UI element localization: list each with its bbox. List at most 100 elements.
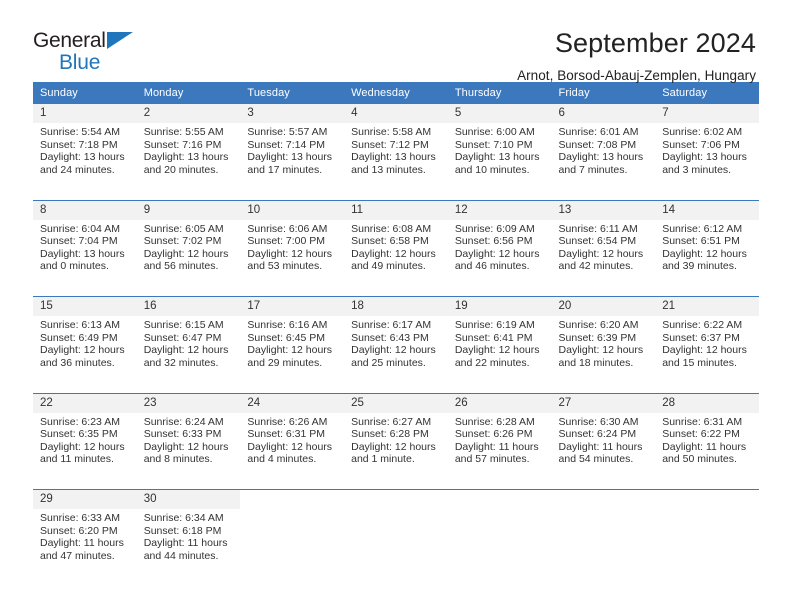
daylight-text-line1: Daylight: 12 hours: [143, 247, 229, 260]
day-sun-info: Sunrise: 6:24 AM Sunset: 6:33 PM Daylight:…: [137, 413, 241, 466]
day-cell-inner: [344, 490, 448, 580]
day-cell-inner: [240, 490, 344, 580]
calendar-week-row: 8 Sunrise: 6:04 AM Sunset: 7:04 PM Daylight…: [33, 199, 759, 291]
sunrise-text: Sunrise: 6:26 AM: [247, 415, 328, 428]
calendar-day-cell[interactable]: 27 Sunrise: 6:30 AM Sunset: 6:24 PM Dayligh…: [551, 392, 656, 484]
brand-logo[interactable]: General Blue: [33, 26, 163, 73]
calendar-day-cell[interactable]: 24 Sunrise: 6:26 AM Sunset: 6:31 PM Dayligh…: [240, 392, 345, 484]
sunrise-text: Sunrise: 6:28 AM: [454, 415, 535, 428]
calendar-day-cell[interactable]: 10 Sunrise: 6:06 AM Sunset: 7:00 PM Dayligh…: [240, 199, 345, 291]
calendar-day-cell[interactable]: 15 Sunrise: 6:13 AM Sunset: 6:49 PM Dayligh…: [33, 296, 137, 387]
calendar-day-cell[interactable]: 30 Sunrise: 6:34 AM Sunset: 6:18 PM Dayligh…: [136, 489, 241, 580]
day-number: 2: [136, 104, 241, 123]
brand-name-general: General: [33, 29, 106, 52]
daylight-text-line2: and 11 minutes.: [40, 453, 114, 466]
sunrise-text: Sunrise: 6:15 AM: [143, 319, 224, 331]
day-number: 4: [344, 104, 448, 123]
calendar-day-cell[interactable]: 29 Sunrise: 6:33 AM Sunset: 6:20 PM Dayligh…: [33, 489, 137, 580]
calendar-day-cell[interactable]: 11 Sunrise: 6:08 AM Sunset: 6:58 PM Dayligh…: [344, 199, 448, 291]
calendar-day-cell[interactable]: 20 Sunrise: 6:20 AM Sunset: 6:39 PM Dayligh…: [551, 296, 656, 387]
calendar-day-cell[interactable]: 1 Sunrise: 5:54 AM Sunset: 7:18 PM Daylight…: [33, 104, 137, 194]
sunset-text: Sunset: 6:28 PM: [351, 428, 429, 441]
sunset-text: Sunset: 6:43 PM: [351, 331, 429, 344]
sunrise-text: Sunrise: 6:06 AM: [247, 222, 328, 235]
day-cell-inner: 29 Sunrise: 6:33 AM Sunset: 6:20 PM Dayligh…: [33, 490, 137, 580]
day-cell-inner: 8 Sunrise: 6:04 AM Sunset: 7:04 PM Daylight…: [33, 200, 137, 291]
sunset-text: Sunset: 6:49 PM: [40, 331, 118, 344]
calendar-day-cell[interactable]: 25 Sunrise: 6:27 AM Sunset: 6:28 PM Dayligh…: [344, 392, 448, 484]
calendar-day-cell[interactable]: 28 Sunrise: 6:31 AM Sunset: 6:22 PM Dayligh…: [655, 392, 759, 484]
daylight-text-line1: Daylight: 13 hours: [40, 247, 125, 260]
calendar-empty-cell: [551, 489, 656, 580]
calendar-day-cell[interactable]: 9 Sunrise: 6:05 AM Sunset: 7:02 PM Daylight…: [136, 199, 241, 291]
day-cell-inner: 7 Sunrise: 6:02 AM Sunset: 7:06 PM Daylight…: [655, 104, 759, 194]
sunset-text: Sunset: 6:41 PM: [454, 331, 533, 344]
daylight-text-line2: and 10 minutes.: [454, 163, 530, 176]
calendar-day-cell[interactable]: 2 Sunrise: 5:55 AM Sunset: 7:16 PM Daylight…: [136, 104, 241, 194]
calendar-day-cell[interactable]: 17 Sunrise: 6:16 AM Sunset: 6:45 PM Dayligh…: [240, 296, 345, 387]
sunrise-text: Sunrise: 6:04 AM: [40, 222, 120, 235]
sunset-text: Sunset: 6:31 PM: [247, 428, 326, 441]
day-sun-info: Sunrise: 6:17 AM Sunset: 6:43 PM Daylight:…: [344, 316, 448, 369]
daylight-text-line1: Daylight: 12 hours: [351, 247, 436, 260]
daylight-text-line1: Daylight: 12 hours: [40, 344, 125, 357]
day-sun-info: Sunrise: 6:26 AM Sunset: 6:31 PM Daylight:…: [240, 413, 344, 466]
day-cell-inner: 10 Sunrise: 6:06 AM Sunset: 7:00 PM Dayligh…: [240, 200, 345, 291]
sunrise-text: Sunrise: 6:11 AM: [558, 222, 638, 235]
daylight-text-line2: and 7 minutes.: [558, 163, 628, 176]
daylight-text-line1: Daylight: 13 hours: [143, 151, 229, 164]
calendar-day-cell[interactable]: 23 Sunrise: 6:24 AM Sunset: 6:33 PM Dayligh…: [136, 392, 241, 484]
daylight-text-line2: and 56 minutes.: [143, 260, 219, 273]
daylight-text-line2: and 18 minutes.: [558, 356, 634, 369]
calendar-day-cell[interactable]: 21 Sunrise: 6:22 AM Sunset: 6:37 PM Dayligh…: [655, 296, 759, 387]
sunrise-text: Sunrise: 6:34 AM: [143, 512, 224, 524]
day-number: 30: [136, 490, 241, 509]
calendar-day-cell[interactable]: 14 Sunrise: 6:12 AM Sunset: 6:51 PM Dayligh…: [655, 199, 759, 291]
daylight-text-line1: Daylight: 12 hours: [558, 344, 644, 357]
sunset-text: Sunset: 6:54 PM: [558, 235, 637, 248]
sunset-text: Sunset: 6:22 PM: [662, 428, 740, 441]
calendar-header-row: Sunday Monday Tuesday Wednesday Thursday…: [33, 82, 759, 104]
day-cell-inner: 12 Sunrise: 6:09 AM Sunset: 6:56 PM Dayligh…: [447, 200, 552, 291]
calendar-day-cell[interactable]: 19 Sunrise: 6:19 AM Sunset: 6:41 PM Dayligh…: [447, 296, 552, 387]
daylight-text-line2: and 22 minutes.: [454, 356, 530, 369]
day-number: 11: [344, 200, 448, 220]
daylight-text-line1: Daylight: 12 hours: [351, 344, 436, 357]
sunset-text: Sunset: 7:18 PM: [40, 138, 118, 151]
calendar-day-cell[interactable]: 8 Sunrise: 6:04 AM Sunset: 7:04 PM Daylight…: [33, 199, 137, 291]
day-sun-info: Sunrise: 6:28 AM Sunset: 6:26 PM Daylight:…: [448, 413, 552, 466]
calendar-day-cell[interactable]: 16 Sunrise: 6:15 AM Sunset: 6:47 PM Dayligh…: [136, 296, 241, 387]
calendar-day-cell[interactable]: 5 Sunrise: 6:00 AM Sunset: 7:10 PM Daylight…: [447, 104, 552, 194]
sunrise-text: Sunrise: 5:58 AM: [351, 126, 432, 138]
calendar-day-cell[interactable]: 22 Sunrise: 6:23 AM Sunset: 6:35 PM Dayligh…: [33, 392, 137, 484]
daylight-text-line2: and 50 minutes.: [662, 453, 737, 466]
calendar-day-cell[interactable]: 3 Sunrise: 5:57 AM Sunset: 7:14 PM Daylight…: [240, 104, 345, 194]
calendar-day-cell[interactable]: 26 Sunrise: 6:28 AM Sunset: 6:26 PM Dayligh…: [447, 392, 552, 484]
daylight-text-line2: and 0 minutes.: [40, 260, 109, 273]
calendar-day-cell[interactable]: 4 Sunrise: 5:58 AM Sunset: 7:12 PM Daylight…: [344, 104, 448, 194]
sunset-text: Sunset: 7:06 PM: [662, 138, 740, 151]
calendar-day-cell[interactable]: 13 Sunrise: 6:11 AM Sunset: 6:54 PM Dayligh…: [551, 199, 656, 291]
day-sun-info: Sunrise: 6:12 AM Sunset: 6:51 PM Daylight:…: [655, 220, 759, 273]
day-number: 7: [655, 104, 759, 123]
sunset-text: Sunset: 6:56 PM: [454, 235, 533, 248]
daylight-text-line1: Daylight: 12 hours: [40, 440, 125, 453]
sunrise-text: Sunrise: 6:17 AM: [351, 319, 432, 331]
daylight-text-line2: and 3 minutes.: [662, 163, 732, 176]
calendar-day-cell[interactable]: 18 Sunrise: 6:17 AM Sunset: 6:43 PM Dayligh…: [344, 296, 448, 387]
sunset-text: Sunset: 6:18 PM: [143, 524, 222, 537]
day-number: 5: [447, 104, 552, 123]
sunrise-text: Sunrise: 6:12 AM: [662, 222, 743, 235]
sunset-text: Sunset: 6:58 PM: [351, 235, 429, 248]
calendar-day-cell[interactable]: 7 Sunrise: 6:02 AM Sunset: 7:06 PM Daylight…: [655, 104, 759, 194]
sunset-text: Sunset: 6:20 PM: [40, 524, 118, 537]
day-sun-info: Sunrise: 6:16 AM Sunset: 6:45 PM Daylight:…: [240, 316, 344, 369]
day-cell-inner: 17 Sunrise: 6:16 AM Sunset: 6:45 PM Dayligh…: [240, 297, 345, 387]
day-number: 26: [447, 393, 552, 413]
sunset-text: Sunset: 7:10 PM: [454, 138, 533, 151]
calendar-day-cell[interactable]: 12 Sunrise: 6:09 AM Sunset: 6:56 PM Dayligh…: [447, 199, 552, 291]
day-sun-info: Sunrise: 6:27 AM Sunset: 6:28 PM Daylight:…: [344, 413, 448, 466]
day-number: 19: [447, 297, 552, 316]
daylight-text-line1: Daylight: 12 hours: [143, 344, 229, 357]
calendar-day-cell[interactable]: 6 Sunrise: 6:01 AM Sunset: 7:08 PM Daylight…: [551, 104, 656, 194]
